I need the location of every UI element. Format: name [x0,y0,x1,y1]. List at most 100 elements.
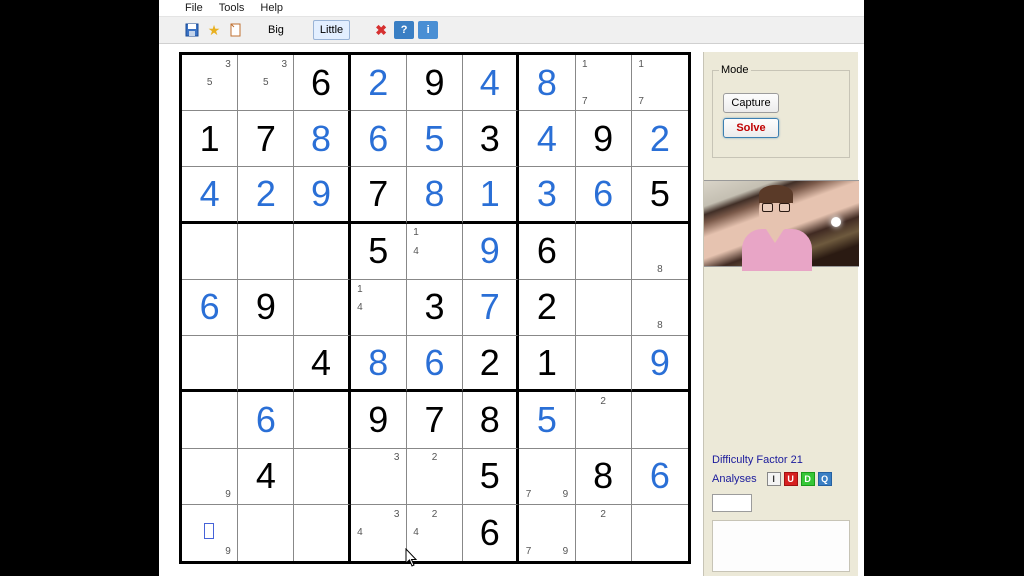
cell-r2-c7[interactable]: 4 [519,111,575,167]
cell-r4-c9[interactable]: 8 [632,224,688,280]
cell-r9-c3[interactable] [294,505,350,561]
cell-r8-c1[interactable]: 9 [182,449,238,505]
cell-r7-c7[interactable]: 5 [519,392,575,448]
cell-r1-c8[interactable]: 17 [576,55,632,111]
cell-r9-c4[interactable]: 34 [351,505,407,561]
cell-r7-c6[interactable]: 8 [463,392,519,448]
cell-r3-c2[interactable]: 2 [238,167,294,223]
cell-r8-c9[interactable]: 6 [632,449,688,505]
cell-r4-c3[interactable] [294,224,350,280]
cell-r1-c6[interactable]: 4 [463,55,519,111]
cell-r5-c7[interactable]: 2 [519,280,575,336]
cell-r9-c8[interactable]: 2 [576,505,632,561]
cell-r6-c6[interactable]: 2 [463,336,519,392]
analysis-q-button[interactable]: Q [818,472,832,486]
cell-r1-c1[interactable]: 35 [182,55,238,111]
cell-r7-c1[interactable] [182,392,238,448]
menu-help[interactable]: Help [260,2,283,14]
cell-r6-c8[interactable] [576,336,632,392]
cell-r2-c5[interactable]: 5 [407,111,463,167]
cell-r4-c7[interactable]: 6 [519,224,575,280]
cell-r8-c3[interactable] [294,449,350,505]
cell-r9-c2[interactable] [238,505,294,561]
cell-r5-c2[interactable]: 9 [238,280,294,336]
cell-r5-c3[interactable] [294,280,350,336]
capture-button[interactable]: Capture [723,93,779,113]
cell-r4-c8[interactable] [576,224,632,280]
analysis-i-button[interactable]: I [767,472,781,486]
cell-r6-c4[interactable]: 8 [351,336,407,392]
cell-r6-c9[interactable]: 9 [632,336,688,392]
cell-r2-c4[interactable]: 6 [351,111,407,167]
cell-r5-c9[interactable]: 8 [632,280,688,336]
big-button[interactable]: Big [261,20,291,40]
cell-r6-c2[interactable] [238,336,294,392]
cell-r1-c9[interactable]: 17 [632,55,688,111]
info-button[interactable]: i [418,21,438,39]
analysis-u-button[interactable]: U [784,472,798,486]
cell-r4-c1[interactable] [182,224,238,280]
cell-r3-c9[interactable]: 5 [632,167,688,223]
cell-r3-c8[interactable]: 6 [576,167,632,223]
cell-r9-c1[interactable]: 9 [182,505,238,561]
cell-r1-c7[interactable]: 8 [519,55,575,111]
cell-r9-c5[interactable]: 24 [407,505,463,561]
delete-x-icon[interactable]: ✖ [372,21,390,39]
menu-file[interactable]: File [185,2,203,14]
cell-r6-c7[interactable]: 1 [519,336,575,392]
cell-r2-c2[interactable]: 7 [238,111,294,167]
cell-r3-c4[interactable]: 7 [351,167,407,223]
help-button[interactable]: ? [394,21,414,39]
cell-r5-c5[interactable]: 3 [407,280,463,336]
cell-r7-c5[interactable]: 7 [407,392,463,448]
solve-button[interactable]: Solve [723,118,779,138]
cell-r2-c8[interactable]: 9 [576,111,632,167]
cell-r1-c4[interactable]: 2 [351,55,407,111]
cell-r4-c6[interactable]: 9 [463,224,519,280]
cell-r7-c8[interactable]: 2 [576,392,632,448]
menu-tools[interactable]: Tools [219,2,245,14]
cell-r9-c9[interactable] [632,505,688,561]
cell-r4-c4[interactable]: 5 [351,224,407,280]
cell-r7-c4[interactable]: 9 [351,392,407,448]
cell-r4-c5[interactable]: 14 [407,224,463,280]
cell-r8-c7[interactable]: 79 [519,449,575,505]
cell-r3-c1[interactable]: 4 [182,167,238,223]
cell-r7-c9[interactable] [632,392,688,448]
cell-r8-c4[interactable]: 3 [351,449,407,505]
cell-r8-c6[interactable]: 5 [463,449,519,505]
cell-r3-c5[interactable]: 8 [407,167,463,223]
cell-r2-c1[interactable]: 1 [182,111,238,167]
cell-r8-c8[interactable]: 8 [576,449,632,505]
analysis-d-button[interactable]: D [801,472,815,486]
cell-r6-c3[interactable]: 4 [294,336,350,392]
cell-r2-c3[interactable]: 8 [294,111,350,167]
cell-r3-c3[interactable]: 9 [294,167,350,223]
doc-icon[interactable] [227,21,245,39]
cell-r3-c6[interactable]: 1 [463,167,519,223]
cell-r6-c5[interactable]: 6 [407,336,463,392]
star-icon[interactable]: ★ [205,21,223,39]
analysis-dropdown[interactable] [712,494,752,512]
cell-r5-c1[interactable]: 6 [182,280,238,336]
cell-r8-c5[interactable]: 2 [407,449,463,505]
sudoku-grid[interactable]: 3535629481717178653492429781365514968691… [179,52,691,564]
cell-r1-c2[interactable]: 35 [238,55,294,111]
cell-r8-c2[interactable]: 4 [238,449,294,505]
cell-r5-c6[interactable]: 7 [463,280,519,336]
cell-r1-c3[interactable]: 6 [294,55,350,111]
cell-r4-c2[interactable] [238,224,294,280]
cell-r1-c5[interactable]: 9 [407,55,463,111]
cell-r5-c4[interactable]: 14 [351,280,407,336]
cell-r3-c7[interactable]: 3 [519,167,575,223]
cell-r9-c7[interactable]: 79 [519,505,575,561]
cell-r2-c9[interactable]: 2 [632,111,688,167]
cell-r6-c1[interactable] [182,336,238,392]
cell-r9-c6[interactable]: 6 [463,505,519,561]
little-button[interactable]: Little [313,20,350,40]
save-icon[interactable] [183,21,201,39]
cell-r7-c2[interactable]: 6 [238,392,294,448]
cell-r7-c3[interactable] [294,392,350,448]
cell-r2-c6[interactable]: 3 [463,111,519,167]
cell-r5-c8[interactable] [576,280,632,336]
